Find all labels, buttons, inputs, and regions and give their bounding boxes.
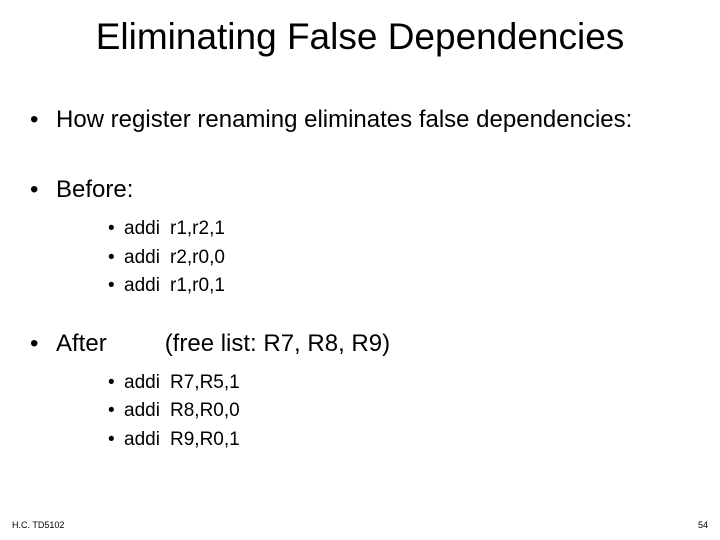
after-code-block: •addiR7,R5,1 •addiR8,R0,0 •addiR9,R0,1 bbox=[108, 369, 690, 455]
operands: r1,r0,1 bbox=[170, 272, 225, 301]
after-heading: •After (free list: R7, R8, R9) bbox=[30, 329, 690, 359]
operands: r1,r2,1 bbox=[170, 215, 225, 244]
before-heading: •Before: bbox=[30, 175, 690, 205]
code-line: •addiR8,R0,0 bbox=[108, 397, 690, 426]
operands: R7,R5,1 bbox=[170, 369, 240, 398]
bullet-intro-text: How register renaming eliminates false d… bbox=[56, 105, 676, 135]
code-line: •addir2,r0,0 bbox=[108, 244, 690, 273]
opcode: addi bbox=[124, 426, 170, 455]
code-line: •addiR9,R0,1 bbox=[108, 426, 690, 455]
bullet-dot-icon: • bbox=[108, 426, 124, 455]
bullet-dot-icon: • bbox=[30, 329, 56, 359]
operands: R8,R0,0 bbox=[170, 397, 240, 426]
before-code-block: •addir1,r2,1 •addir2,r0,0 •addir1,r0,1 bbox=[108, 215, 690, 301]
bullet-dot-icon: • bbox=[108, 215, 124, 244]
slide: Eliminating False Dependencies •How regi… bbox=[0, 0, 720, 540]
bullet-dot-icon: • bbox=[108, 272, 124, 301]
bullet-intro: •How register renaming eliminates false … bbox=[30, 105, 690, 135]
opcode: addi bbox=[124, 244, 170, 273]
content-area: •How register renaming eliminates false … bbox=[30, 105, 690, 482]
bullet-dot-icon: • bbox=[30, 105, 56, 135]
bullet-dot-icon: • bbox=[108, 369, 124, 398]
footer-page-number: 54 bbox=[698, 520, 708, 530]
footer-course-code: H.C. TD5102 bbox=[12, 520, 64, 530]
slide-title: Eliminating False Dependencies bbox=[0, 16, 720, 58]
opcode: addi bbox=[124, 397, 170, 426]
bullet-dot-icon: • bbox=[30, 175, 56, 205]
bullet-dot-icon: • bbox=[108, 244, 124, 273]
code-line: •addir1,r0,1 bbox=[108, 272, 690, 301]
bullet-dot-icon: • bbox=[108, 397, 124, 426]
opcode: addi bbox=[124, 272, 170, 301]
before-label: Before: bbox=[56, 175, 133, 205]
after-note: (free list: R7, R8, R9) bbox=[165, 329, 390, 359]
opcode: addi bbox=[124, 369, 170, 398]
after-label: After bbox=[56, 329, 107, 359]
operands: r2,r0,0 bbox=[170, 244, 225, 273]
code-line: •addir1,r2,1 bbox=[108, 215, 690, 244]
opcode: addi bbox=[124, 215, 170, 244]
operands: R9,R0,1 bbox=[170, 426, 240, 455]
code-line: •addiR7,R5,1 bbox=[108, 369, 690, 398]
